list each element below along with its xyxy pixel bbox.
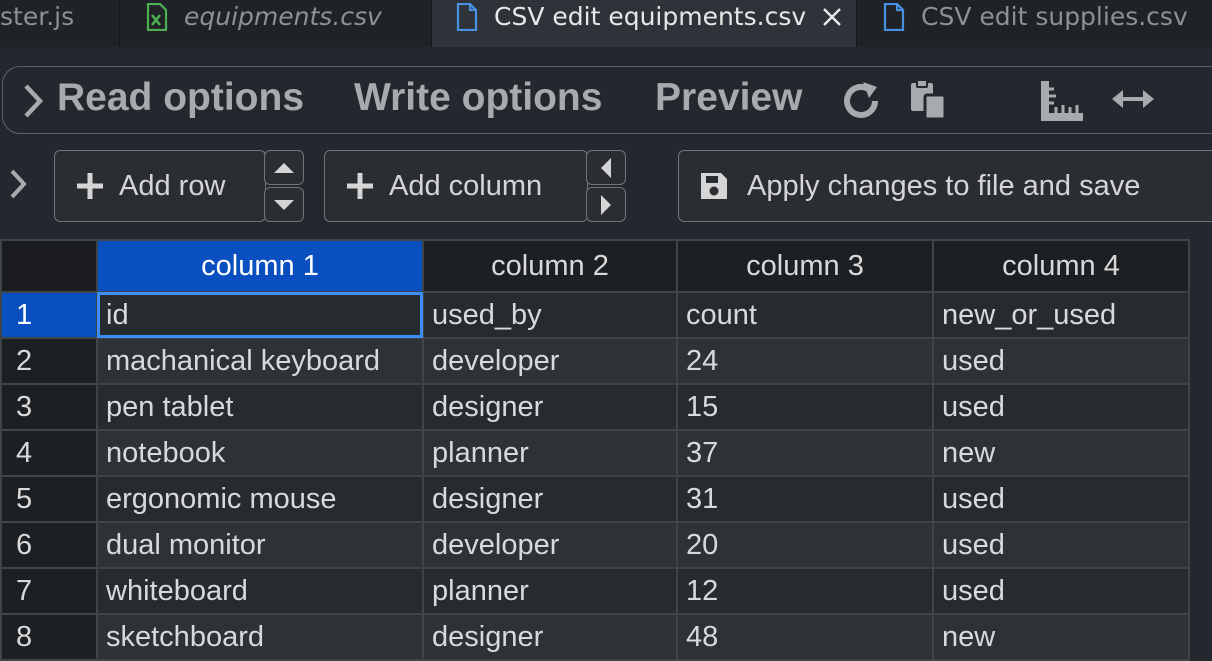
tab-csv-edit-supplies[interactable]: CSV edit supplies.csv	[857, 0, 1212, 47]
plus-icon	[75, 171, 105, 201]
chevron-right-icon[interactable]	[21, 83, 45, 119]
tab-equipments-csv[interactable]: equipments.csv	[120, 0, 432, 47]
chevron-right-icon[interactable]	[8, 168, 28, 200]
row-number[interactable]: 4	[0, 429, 98, 477]
table-cell[interactable]: used	[932, 521, 1190, 569]
row-number[interactable]: 5	[0, 475, 98, 523]
csv-file-icon	[146, 2, 168, 31]
refresh-icon[interactable]	[839, 79, 883, 123]
table-cell[interactable]: new	[932, 429, 1190, 477]
column-header-3[interactable]: column 3	[676, 239, 934, 293]
table-cell[interactable]: 37	[676, 429, 934, 477]
table-cell[interactable]: 24	[676, 337, 934, 385]
caret-right-icon	[601, 194, 611, 215]
table-cell[interactable]: used	[932, 383, 1190, 431]
move-up-button[interactable]	[264, 150, 304, 185]
table-cell[interactable]: designer	[422, 475, 678, 523]
file-icon	[883, 2, 905, 31]
caret-down-icon	[274, 199, 294, 210]
move-down-button[interactable]	[264, 187, 304, 222]
table-row: 4 notebook planner 37 new	[0, 429, 1190, 477]
table-cell[interactable]: dual monitor	[96, 521, 424, 569]
table-cell[interactable]: designer	[422, 383, 678, 431]
table-cell[interactable]: machanical keyboard	[96, 337, 424, 385]
move-left-button[interactable]	[586, 150, 626, 185]
tab-label: CSV edit equipments.csv	[494, 2, 807, 31]
read-options-button[interactable]: Read options	[57, 76, 304, 120]
column-header-1[interactable]: column 1	[96, 239, 424, 293]
table-cell[interactable]: used	[932, 337, 1190, 385]
table-cell[interactable]: developer	[422, 521, 678, 569]
table-row: 7 whiteboard planner 12 used	[0, 567, 1190, 615]
table-cell[interactable]: used	[932, 475, 1190, 523]
file-icon	[456, 2, 478, 31]
column-position-stepper	[586, 150, 626, 222]
options-bar: Read options Write options Preview	[2, 66, 1212, 134]
ruler-icon[interactable]	[1039, 79, 1085, 123]
table-cell[interactable]: id	[96, 291, 424, 339]
row-number[interactable]: 6	[0, 521, 98, 569]
table-row: 5 ergonomic mouse designer 31 used	[0, 475, 1190, 523]
table-cell[interactable]: 15	[676, 383, 934, 431]
resize-horizontal-icon[interactable]	[1111, 85, 1155, 113]
add-column-button[interactable]: Add column	[324, 150, 588, 222]
table-row: 2 machanical keyboard developer 24 used	[0, 337, 1190, 385]
table-cell[interactable]: used_by	[422, 291, 678, 339]
add-row-label: Add row	[119, 169, 226, 202]
caret-left-icon	[601, 157, 611, 178]
row-position-stepper	[264, 150, 304, 222]
apply-and-save-button[interactable]: Apply changes to file and save	[678, 150, 1212, 222]
table-cell[interactable]: planner	[422, 429, 678, 477]
write-options-button[interactable]: Write options	[354, 76, 602, 120]
row-number[interactable]: 8	[0, 613, 98, 661]
add-column-label: Add column	[389, 169, 543, 202]
csv-grid: column 1 column 2 column 3 column 4 1 id…	[0, 239, 1190, 661]
move-right-button[interactable]	[586, 187, 626, 222]
table-cell[interactable]: planner	[422, 567, 678, 615]
table-cell[interactable]: pen tablet	[96, 383, 424, 431]
table-cell[interactable]: notebook	[96, 429, 424, 477]
header-row: column 1 column 2 column 3 column 4	[0, 239, 1190, 293]
plus-icon	[345, 171, 375, 201]
table-cell[interactable]: ergonomic mouse	[96, 475, 424, 523]
tab-label: ster.js	[0, 2, 75, 31]
preview-button[interactable]: Preview	[655, 76, 802, 120]
tab-bar: ster.js equipments.csv CSV edit equipmen…	[0, 0, 1212, 47]
caret-up-icon	[274, 162, 294, 173]
table-cell[interactable]: 20	[676, 521, 934, 569]
tab-label: equipments.csv	[184, 2, 382, 31]
table-cell[interactable]: 48	[676, 613, 934, 661]
table-cell[interactable]: whiteboard	[96, 567, 424, 615]
close-icon[interactable]	[822, 7, 842, 27]
row-number[interactable]: 7	[0, 567, 98, 615]
column-header-4[interactable]: column 4	[932, 239, 1190, 293]
add-row-button[interactable]: Add row	[54, 150, 266, 222]
table-row: 6 dual monitor developer 20 used	[0, 521, 1190, 569]
table-cell[interactable]: count	[676, 291, 934, 339]
tab-label: CSV edit supplies.csv	[921, 2, 1188, 31]
tab-master-js[interactable]: ster.js	[0, 0, 120, 47]
row-number[interactable]: 2	[0, 337, 98, 385]
corner-cell[interactable]	[0, 239, 98, 293]
table-row: 3 pen tablet designer 15 used	[0, 383, 1190, 431]
row-number[interactable]: 3	[0, 383, 98, 431]
table-cell[interactable]: sketchboard	[96, 613, 424, 661]
table-cell[interactable]: new	[932, 613, 1190, 661]
table-cell[interactable]: 31	[676, 475, 934, 523]
table-cell[interactable]: used	[932, 567, 1190, 615]
table-cell[interactable]: developer	[422, 337, 678, 385]
tab-csv-edit-equipments[interactable]: CSV edit equipments.csv	[432, 0, 857, 47]
clipboard-icon[interactable]	[909, 79, 949, 121]
row-number[interactable]: 1	[0, 291, 98, 339]
save-icon	[699, 171, 729, 201]
table-cell[interactable]: 12	[676, 567, 934, 615]
column-header-2[interactable]: column 2	[422, 239, 678, 293]
apply-label: Apply changes to file and save	[747, 169, 1141, 202]
table-row: 8 sketchboard designer 48 new	[0, 613, 1190, 661]
table-cell[interactable]: designer	[422, 613, 678, 661]
table-row: 1 id used_by count new_or_used	[0, 291, 1190, 339]
table-cell[interactable]: new_or_used	[932, 291, 1190, 339]
